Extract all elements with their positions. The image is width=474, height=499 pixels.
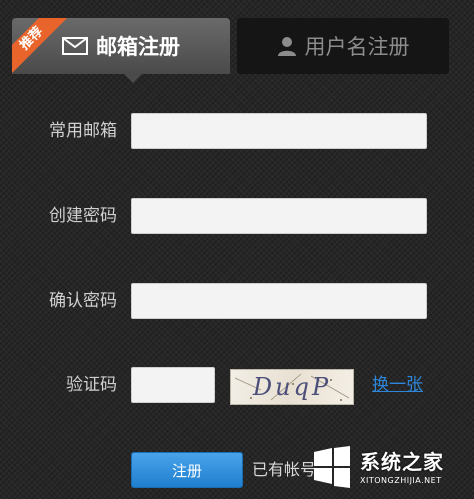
password-label: 创建密码 xyxy=(49,206,117,226)
email-field[interactable] xyxy=(131,113,427,149)
captcha-text: DuqP xyxy=(252,373,332,401)
login-hint: 已有帐号 xyxy=(252,460,317,479)
watermark: 系统之家 XITONGZHIJIA.NET xyxy=(310,444,470,496)
captcha-input[interactable] xyxy=(131,367,215,403)
tab-username-register[interactable]: 用户名注册 xyxy=(237,18,449,74)
tab-email-label: 邮箱注册 xyxy=(96,35,180,59)
email-label: 常用邮箱 xyxy=(49,121,117,141)
watermark-logo-icon xyxy=(314,446,350,488)
refresh-captcha-link[interactable]: 换一张 xyxy=(372,373,423,397)
register-button[interactable]: 注册 xyxy=(131,452,243,488)
active-tab-pointer xyxy=(124,74,142,83)
watermark-title: 系统之家 xyxy=(360,450,444,474)
tab-email-register[interactable]: 邮箱注册 xyxy=(12,18,230,83)
tab-username-label: 用户名注册 xyxy=(304,35,410,59)
captcha-image[interactable]: DuqP xyxy=(230,369,354,405)
user-icon xyxy=(277,37,296,56)
password-field[interactable] xyxy=(131,198,427,234)
confirm-password-label: 确认密码 xyxy=(49,291,117,311)
captcha-label: 验证码 xyxy=(66,375,117,395)
watermark-url: XITONGZHIJIA.NET xyxy=(360,476,442,485)
confirm-password-field[interactable] xyxy=(131,283,427,319)
envelope-icon xyxy=(62,37,88,55)
